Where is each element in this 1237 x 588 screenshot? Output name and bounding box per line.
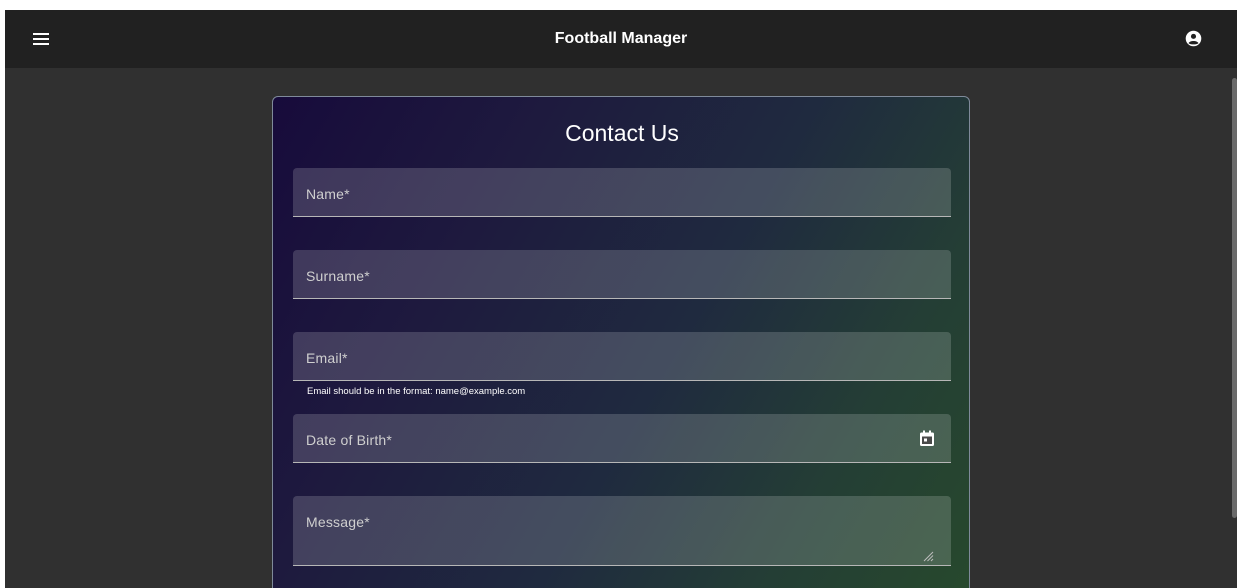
message-field-label: Message* bbox=[306, 514, 370, 530]
form-title: Contact Us bbox=[565, 120, 679, 146]
date-of-birth-field[interactable]: Date of Birth* bbox=[293, 414, 951, 463]
contact-form-card: Contact Us Name* Surname* Email* Email s… bbox=[272, 96, 970, 588]
app-bar: Football Manager bbox=[5, 10, 1237, 68]
app-title: Football Manager bbox=[554, 30, 688, 47]
name-field[interactable]: Name* bbox=[293, 168, 951, 217]
message-field[interactable]: Message* bbox=[293, 496, 951, 566]
surname-field[interactable]: Surname* bbox=[293, 250, 951, 299]
name-field-label: Name* bbox=[306, 186, 350, 202]
calendar-icon[interactable] bbox=[919, 430, 935, 447]
date-of-birth-field-label: Date of Birth* bbox=[306, 432, 393, 448]
menu-icon[interactable] bbox=[32, 30, 50, 48]
email-field-label: Email* bbox=[306, 350, 348, 366]
account-circle-icon[interactable] bbox=[1185, 30, 1202, 47]
email-format-hint: Email should be in the format: name@exam… bbox=[307, 386, 526, 397]
email-field[interactable]: Email* bbox=[293, 332, 951, 381]
surname-field-label: Surname* bbox=[306, 268, 370, 284]
resize-handle-icon[interactable] bbox=[922, 550, 934, 562]
app-frame: Football Manager Contact Us Name* Surnam… bbox=[5, 10, 1237, 588]
page-scrollbar[interactable] bbox=[1232, 78, 1237, 518]
